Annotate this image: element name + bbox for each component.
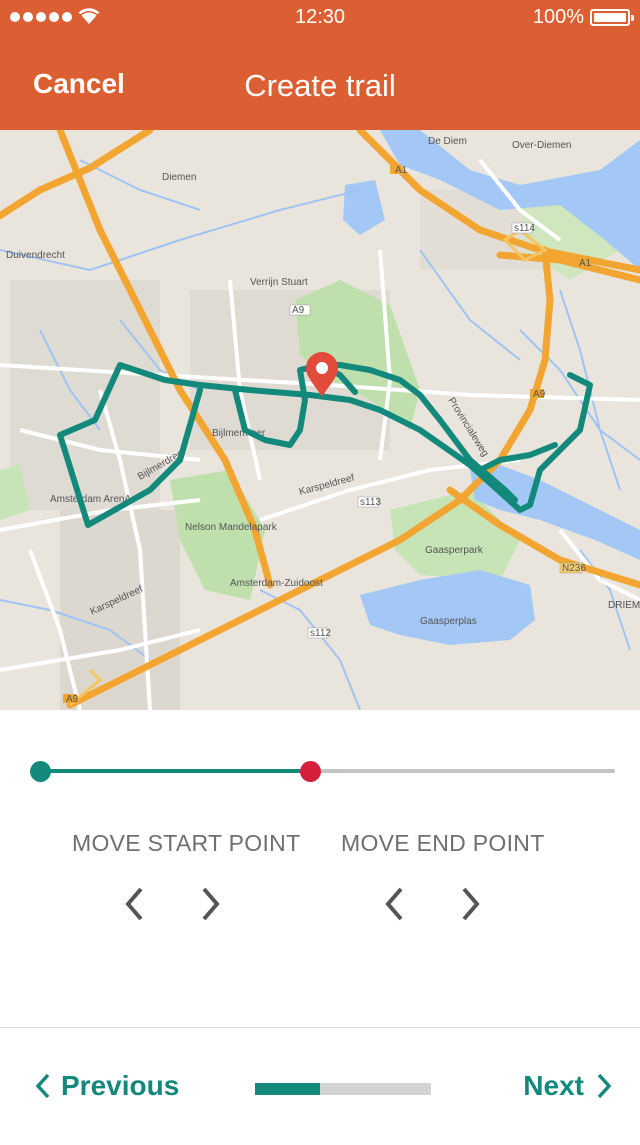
- step-progress-bar: [255, 1083, 431, 1095]
- map-label-over-diemen: Over-Diemen: [512, 140, 571, 151]
- status-bar: 12:30 100%: [0, 0, 640, 34]
- map-label-gaasperplas: Gaasperplas: [420, 616, 477, 627]
- map-label-de-diem: De Diem: [428, 136, 467, 147]
- map-label-verrijn-stuart: Verrijn Stuart: [250, 277, 308, 288]
- battery-percent: 100%: [532, 6, 584, 28]
- map-label-a1b: A1: [579, 258, 592, 269]
- start-point-back-button[interactable]: [114, 882, 154, 926]
- chevron-left-icon: [385, 887, 403, 921]
- map-label-driemond: DRIEMON: [608, 600, 640, 611]
- chevron-right-icon: [462, 887, 480, 921]
- map-canvas: A1 A1 A9 A9 s114 A9 s113 s112 N236 Dieme…: [0, 130, 640, 710]
- end-point-forward-button[interactable]: [451, 882, 491, 926]
- trail-map[interactable]: A1 A1 A9 A9 s114 A9 s113 s112 N236 Dieme…: [0, 130, 640, 710]
- end-point-back-button[interactable]: [374, 882, 414, 926]
- start-point-forward-button[interactable]: [191, 882, 231, 926]
- map-label-a1: A1: [395, 165, 408, 176]
- map-label-s114: s114: [514, 223, 535, 234]
- map-label-duivendrecht: Duivendrecht: [6, 250, 65, 261]
- map-label-amsterdam-arena: Amsterdam ArenA: [50, 494, 131, 505]
- previous-label: Previous: [61, 1070, 180, 1101]
- page-title-text: Create trail: [244, 68, 396, 103]
- map-label-nelson-park: Nelson Mandelapark: [185, 522, 278, 533]
- trail-range-slider[interactable]: [30, 758, 615, 784]
- map-label-a9c: A9: [66, 694, 79, 705]
- step-progress-fill: [255, 1083, 321, 1095]
- move-start-point-label: MOVE START POINT: [72, 830, 301, 856]
- next-button[interactable]: Next: [523, 1070, 612, 1102]
- map-label-n236: N236: [562, 563, 586, 574]
- next-label: Next: [523, 1070, 584, 1101]
- chevron-left-icon: [125, 887, 143, 921]
- previous-button[interactable]: Previous: [35, 1070, 179, 1102]
- footer-divider: [0, 1027, 640, 1028]
- map-label-amsterdam-zuidoost: Amsterdam-Zuidoost: [230, 578, 323, 589]
- slider-end-handle[interactable]: [300, 761, 322, 782]
- map-label-s112: s112: [310, 628, 331, 639]
- battery-icon: [590, 9, 634, 26]
- map-label-a9: A9: [533, 389, 546, 400]
- map-label-diemen: Diemen: [162, 172, 196, 183]
- map-label-gaasperpark: Gaasperpark: [425, 545, 484, 556]
- chevron-right-icon: [597, 1073, 612, 1099]
- move-end-point-label: MOVE END POINT: [341, 830, 545, 856]
- page-title: Create trail: [0, 68, 640, 104]
- slider-start-handle[interactable]: [30, 761, 51, 782]
- map-label-s114-shield: A9: [292, 305, 305, 316]
- map-label-s113: s113: [360, 497, 381, 508]
- chevron-left-icon: [35, 1073, 50, 1099]
- app-header: 12:30 100% Cancel Create trail: [0, 0, 640, 130]
- slider-selected-range: [40, 769, 311, 773]
- chevron-right-icon: [202, 887, 220, 921]
